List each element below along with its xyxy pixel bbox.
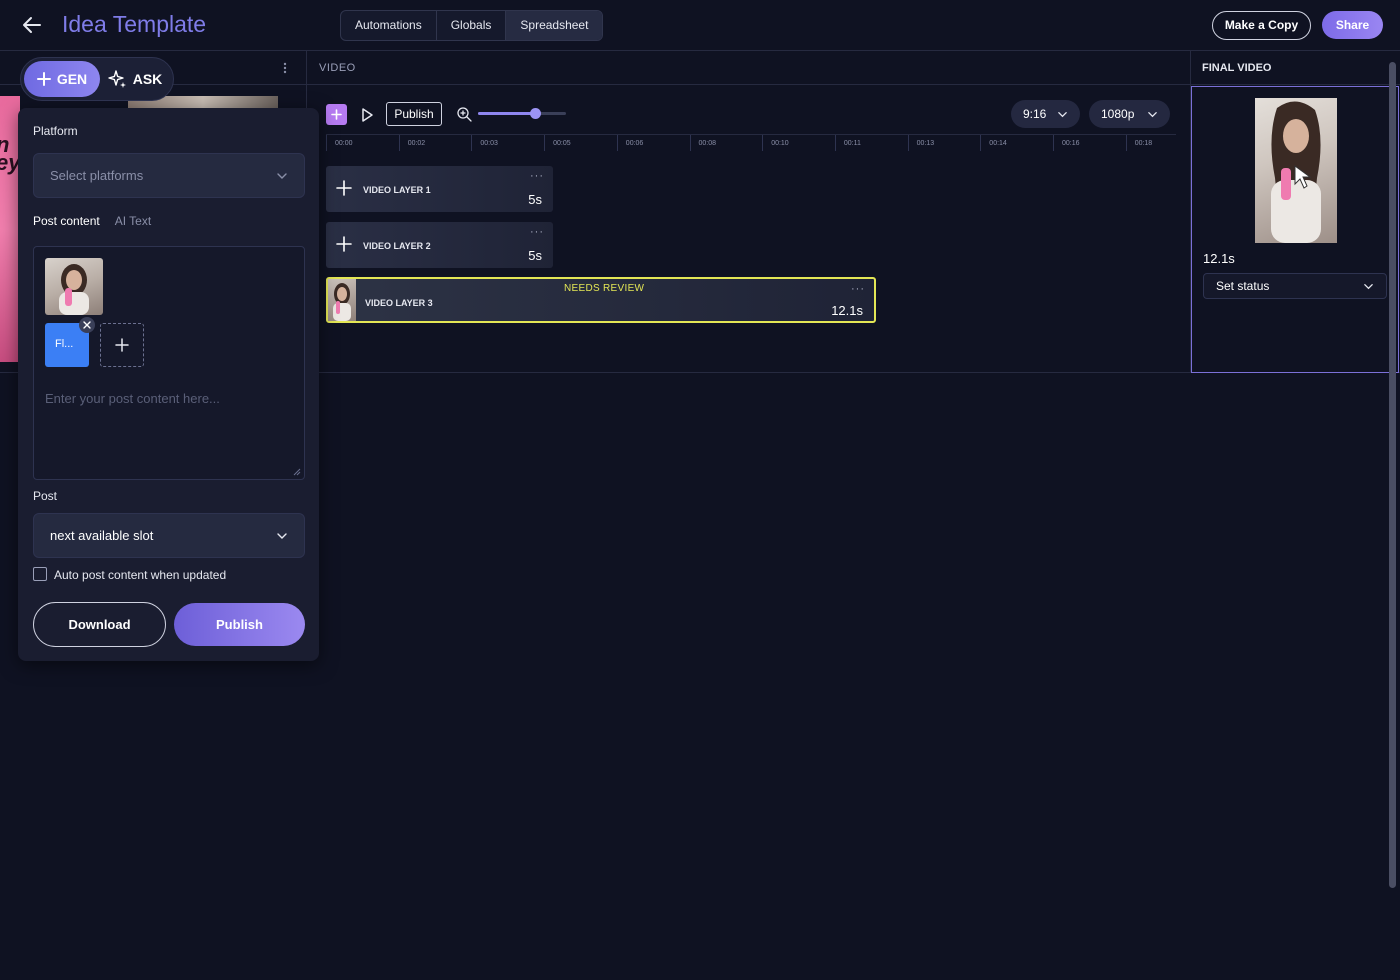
resolution-value: 1080p	[1101, 107, 1135, 121]
final-video-preview[interactable]	[1255, 98, 1337, 243]
chevron-down-icon	[1364, 283, 1373, 289]
platform-placeholder: Select platforms	[50, 168, 144, 183]
layer-name: VIDEO LAYER 1	[363, 185, 431, 195]
resolution-select[interactable]: 1080p	[1089, 100, 1170, 128]
video-panel: VIDEO Publish 9:16 1080p 00:00 00:02 00:…	[307, 51, 1190, 373]
tab-globals[interactable]: Globals	[437, 11, 507, 40]
tab-ai-text[interactable]: AI Text	[115, 214, 151, 228]
layer-name: VIDEO LAYER 2	[363, 241, 431, 251]
layer-name: VIDEO LAYER 3	[365, 298, 433, 308]
top-bar: Idea Template Automations Globals Spread…	[0, 0, 1400, 51]
layer-duration: 5s	[528, 248, 542, 263]
zoom-slider[interactable]	[478, 108, 566, 119]
ruler-tick: 00:03	[471, 135, 498, 151]
status-placeholder: Set status	[1216, 279, 1270, 293]
plus-icon	[36, 72, 51, 86]
plus-icon[interactable]	[336, 236, 352, 252]
plus-icon[interactable]	[336, 180, 352, 196]
final-video-panel: FINAL VIDEO 12.1s Set status	[1190, 51, 1400, 373]
zoom-slider-handle[interactable]	[530, 108, 542, 119]
post-content-tabs: Post content AI Text	[33, 214, 151, 228]
final-video-body: 12.1s Set status	[1191, 86, 1399, 373]
ask-label: ASK	[132, 71, 163, 87]
add-layer-button[interactable]	[326, 104, 347, 125]
chevron-down-icon	[1058, 111, 1067, 117]
add-media-button[interactable]	[100, 323, 144, 367]
video-layer-2[interactable]: VIDEO LAYER 2 ··· 5s	[326, 222, 553, 268]
content-thumbnail[interactable]: ney	[0, 96, 20, 362]
layer-thumbnail	[328, 279, 356, 321]
final-video-duration: 12.1s	[1203, 251, 1235, 266]
more-options-icon[interactable]	[280, 60, 290, 76]
platform-select[interactable]: Select platforms	[33, 153, 305, 198]
post-slot-select[interactable]: next available slot	[33, 513, 305, 558]
video-layer-1[interactable]: VIDEO LAYER 1 ··· 5s	[326, 166, 553, 212]
back-arrow-icon[interactable]	[20, 13, 44, 37]
video-layer-3[interactable]: VIDEO LAYER 3 NEEDS REVIEW ··· 12.1s	[326, 277, 876, 323]
chevron-down-icon	[277, 172, 287, 179]
ruler-tick: 00:06	[616, 135, 643, 151]
zoom-slider-fill	[478, 112, 536, 115]
post-image-thumbnail[interactable]	[45, 258, 103, 315]
resize-handle-icon[interactable]	[293, 468, 301, 476]
make-copy-button[interactable]: Make a Copy	[1212, 11, 1311, 40]
ruler-tick: 00:11	[834, 135, 861, 151]
plus-icon	[115, 338, 129, 352]
page-title: Idea Template	[62, 11, 207, 37]
ruler-tick: 00:16	[1053, 135, 1080, 151]
ruler-tick: 00:05	[544, 135, 571, 151]
auto-post-label: Auto post content when updated	[54, 568, 227, 582]
chevron-down-icon	[277, 532, 287, 539]
layer-menu-icon[interactable]: ···	[530, 170, 544, 182]
final-video-label: FINAL VIDEO	[1202, 62, 1272, 74]
auto-post-checkbox[interactable]	[33, 567, 47, 581]
thumbnail-artwork: ney	[0, 134, 20, 175]
play-icon[interactable]	[357, 105, 377, 125]
tab-post-content[interactable]: Post content	[33, 214, 100, 228]
layer-duration: 5s	[528, 192, 542, 207]
tab-spreadsheet[interactable]: Spreadsheet	[506, 11, 603, 40]
zoom-in-icon[interactable]	[456, 106, 472, 122]
share-button[interactable]: Share	[1322, 11, 1383, 39]
close-icon[interactable]	[79, 317, 95, 333]
video-section-label: VIDEO	[319, 62, 356, 74]
aspect-ratio-select[interactable]: 9:16	[1011, 100, 1080, 128]
post-panel: Platform Select platforms Post content A…	[18, 108, 319, 661]
needs-review-badge: NEEDS REVIEW	[564, 283, 645, 294]
timeline-publish-button[interactable]: Publish	[386, 102, 442, 126]
layer-menu-icon[interactable]: ···	[851, 283, 865, 295]
page-scrollbar[interactable]	[1389, 62, 1396, 888]
timeline-ruler[interactable]: 00:00 00:02 00:03 00:05 00:06 00:08 00:1…	[326, 134, 1176, 152]
status-select[interactable]: Set status	[1203, 273, 1387, 299]
ruler-tick: 00:00	[326, 135, 353, 151]
gen-button[interactable]: GEN	[24, 61, 100, 97]
gen-label: GEN	[56, 71, 88, 87]
ruler-tick: 00:13	[907, 135, 934, 151]
layer-duration: 12.1s	[831, 303, 863, 318]
layer-menu-icon[interactable]: ···	[530, 226, 544, 238]
final-video-header: FINAL VIDEO	[1191, 51, 1400, 85]
post-content-input[interactable]	[45, 391, 295, 406]
file-label: Fl...	[55, 338, 74, 350]
platform-label: Platform	[33, 124, 78, 138]
post-slot-value: next available slot	[50, 528, 154, 543]
gen-ask-toggle: GEN ASK	[20, 57, 174, 101]
ruler-tick: 00:14	[980, 135, 1007, 151]
video-header: VIDEO	[307, 51, 1190, 85]
post-content-box: Fl...	[33, 246, 305, 480]
ruler-tick: 00:02	[398, 135, 425, 151]
tab-automations[interactable]: Automations	[341, 11, 437, 40]
aspect-ratio-value: 9:16	[1023, 107, 1047, 121]
ruler-tick: 00:10	[762, 135, 789, 151]
ruler-tick: 00:08	[689, 135, 716, 151]
nav-tabs: Automations Globals Spreadsheet	[340, 10, 604, 41]
download-button[interactable]: Download	[33, 602, 166, 647]
chevron-down-icon	[1148, 111, 1157, 117]
post-label: Post	[33, 489, 58, 503]
sparkle-icon	[108, 70, 126, 88]
plus-icon	[331, 109, 342, 120]
ask-button[interactable]: ASK	[100, 61, 170, 97]
publish-button[interactable]: Publish	[174, 603, 305, 646]
ruler-tick: 00:18	[1125, 135, 1152, 151]
